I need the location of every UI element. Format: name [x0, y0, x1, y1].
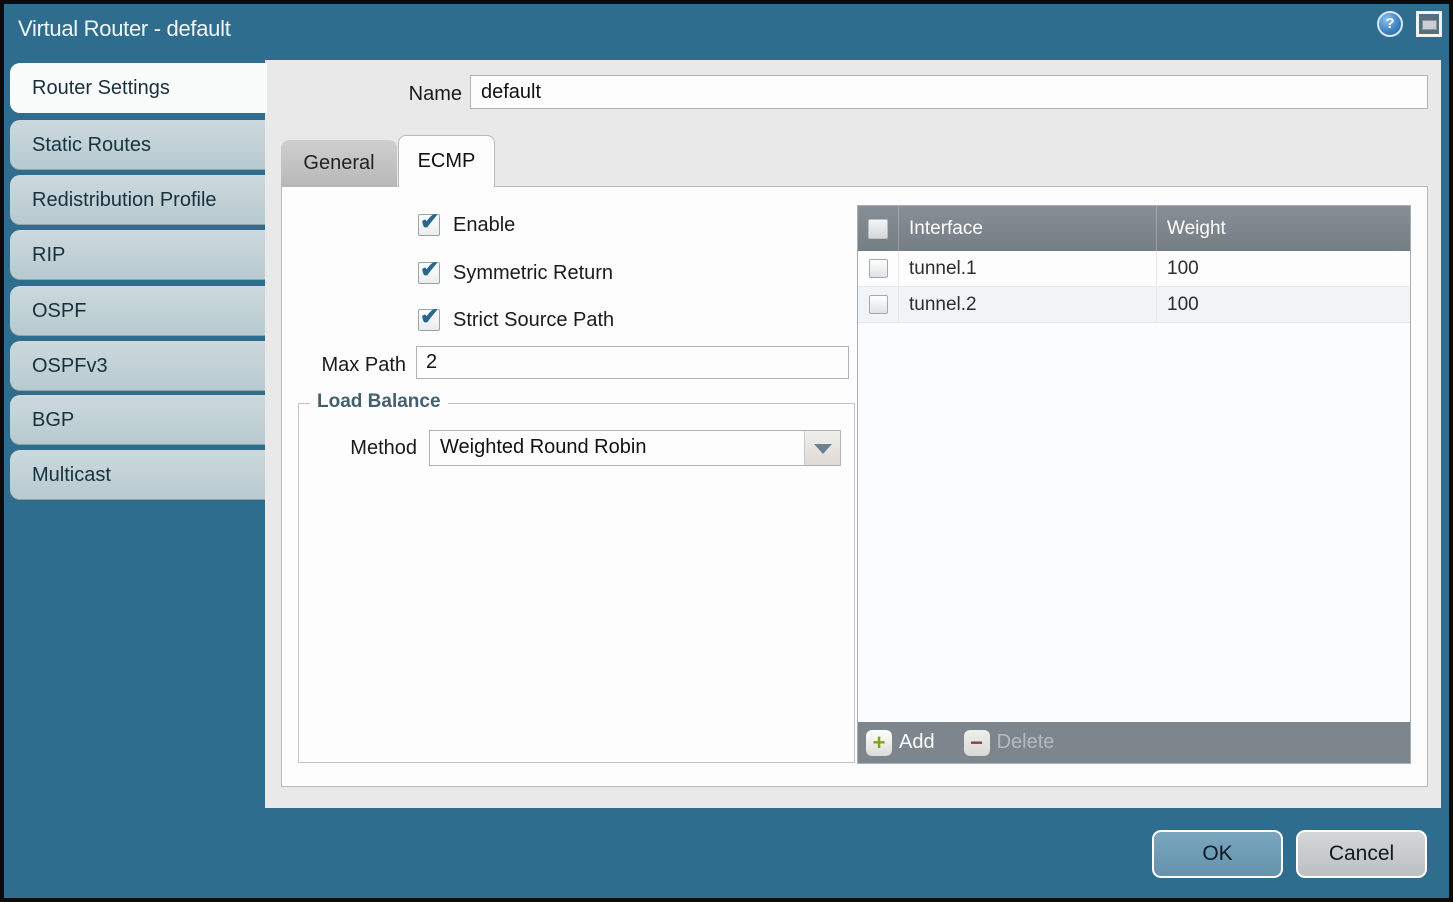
row-checkbox[interactable] — [869, 295, 888, 314]
max-path-input[interactable] — [416, 346, 849, 379]
header-checkbox-cell — [858, 219, 898, 239]
add-icon[interactable]: + — [866, 730, 892, 756]
enable-checkbox[interactable]: ✔ — [418, 214, 440, 236]
sidebar-item-bgp[interactable]: BGP — [10, 395, 266, 445]
symmetric-return-row: ✔ Symmetric Return — [418, 261, 613, 285]
sidebar-item-ospfv3[interactable]: OSPFv3 — [10, 341, 266, 391]
ecmp-panel: ✔ Enable ✔ Symmetric Return ✔ — [281, 186, 1428, 787]
symmetric-return-checkbox[interactable]: ✔ — [418, 262, 440, 284]
method-dropdown[interactable]: Weighted Round Robin — [429, 430, 841, 466]
content-panel: Name General ECMP ✔ Enable ✔ — [265, 60, 1441, 808]
virtual-router-dialog: Virtual Router - default ? Router Settin… — [0, 0, 1453, 902]
symmetric-return-label: Symmetric Return — [453, 262, 613, 285]
row-checkbox[interactable] — [869, 259, 888, 278]
enable-label: Enable — [453, 214, 515, 237]
table-header: Interface Weight — [858, 206, 1410, 251]
table-footer-toolbar: + Add − Delete — [858, 722, 1410, 763]
cell-interface: tunnel.1 — [898, 251, 1156, 286]
sidebar-item-multicast[interactable]: Multicast — [10, 450, 266, 500]
method-value: Weighted Round Robin — [440, 436, 646, 459]
window-icon[interactable] — [1416, 11, 1442, 37]
tab-general[interactable]: General — [281, 140, 397, 186]
sidebar-item-static-routes[interactable]: Static Routes — [10, 120, 266, 170]
sidebar-item-rip[interactable]: RIP — [10, 230, 266, 280]
cell-weight: 100 — [1156, 287, 1410, 322]
dialog-title: Virtual Router - default — [18, 16, 231, 42]
enable-row: ✔ Enable — [418, 213, 515, 237]
cancel-button[interactable]: Cancel — [1296, 830, 1427, 878]
table-empty-area — [858, 323, 1410, 722]
row-checkbox-cell — [858, 295, 898, 314]
chevron-down-icon — [814, 444, 832, 454]
interface-table: Interface Weight tunnel.1 100 — [857, 205, 1411, 764]
checkmark-icon: ✔ — [420, 208, 439, 235]
checkmark-icon: ✔ — [420, 256, 439, 283]
table-row[interactable]: tunnel.1 100 — [858, 251, 1410, 287]
table-row[interactable]: tunnel.2 100 — [858, 287, 1410, 323]
method-label: Method — [317, 437, 417, 460]
column-header-interface[interactable]: Interface — [898, 206, 1156, 251]
sidebar-item-redistribution-profile[interactable]: Redistribution Profile — [10, 175, 266, 225]
strict-source-path-label: Strict Source Path — [453, 309, 614, 332]
sidebar-item-ospf[interactable]: OSPF — [10, 286, 266, 336]
cell-weight: 100 — [1156, 251, 1410, 286]
sidebar-item-router-settings[interactable]: Router Settings — [10, 63, 267, 113]
max-path-label: Max Path — [302, 354, 406, 377]
name-input[interactable] — [470, 75, 1428, 109]
strict-source-path-row: ✔ Strict Source Path — [418, 308, 614, 332]
checkmark-icon: ✔ — [420, 303, 439, 330]
name-label: Name — [365, 83, 462, 106]
window-icon-pane — [1422, 20, 1437, 30]
row-checkbox-cell — [858, 259, 898, 278]
select-all-checkbox[interactable] — [868, 219, 888, 239]
dropdown-button[interactable] — [804, 431, 840, 465]
help-icon[interactable]: ? — [1377, 11, 1403, 37]
cell-interface: tunnel.2 — [898, 287, 1156, 322]
screen: Virtual Router - default ? Router Settin… — [0, 0, 1453, 902]
ok-button[interactable]: OK — [1152, 830, 1283, 878]
column-header-weight[interactable]: Weight — [1156, 206, 1410, 251]
add-button[interactable]: Add — [899, 731, 935, 754]
strict-source-path-checkbox[interactable]: ✔ — [418, 309, 440, 331]
delete-icon: − — [964, 730, 990, 756]
tab-ecmp[interactable]: ECMP — [398, 135, 495, 187]
delete-button: Delete — [997, 731, 1055, 754]
load-balance-legend: Load Balance — [310, 391, 448, 413]
